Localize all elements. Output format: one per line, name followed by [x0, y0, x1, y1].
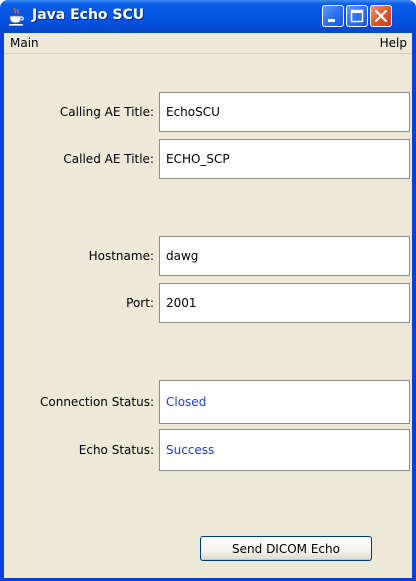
window-content: Main Help Calling AE Title: EchoSCU Call…	[4, 33, 412, 578]
menu-main[interactable]: Main	[10, 36, 39, 50]
echo-status-row: Echo Status: Success	[4, 429, 412, 471]
port-label: Port:	[126, 296, 154, 310]
port-input[interactable]: 2001	[159, 283, 410, 323]
menu-bar: Main Help	[4, 33, 412, 54]
app-window: Java Echo SCU Main Help Calling AE Title…	[0, 0, 416, 581]
maximize-button[interactable]	[346, 5, 368, 27]
menu-help[interactable]: Help	[380, 36, 407, 50]
close-button[interactable]	[370, 5, 392, 27]
hostname-input[interactable]: dawg	[159, 236, 410, 276]
echo-status-value: Success	[159, 429, 410, 471]
close-icon	[374, 9, 388, 23]
called-ae-label: Called AE Title:	[63, 152, 154, 166]
maximize-icon	[350, 9, 364, 23]
called-ae-row: Called AE Title: ECHO_SCP	[4, 139, 412, 179]
minimize-icon	[328, 19, 335, 22]
echo-status-label: Echo Status:	[78, 443, 154, 457]
calling-ae-input[interactable]: EchoSCU	[159, 92, 410, 132]
minimize-button[interactable]	[322, 5, 344, 27]
hostname-row: Hostname: dawg	[4, 236, 412, 276]
connection-status-value: Closed	[159, 380, 410, 424]
hostname-label: Hostname:	[88, 249, 154, 263]
send-dicom-echo-button[interactable]: Send DICOM Echo	[200, 536, 372, 561]
window-title: Java Echo SCU	[32, 7, 145, 23]
calling-ae-label: Calling AE Title:	[59, 105, 154, 119]
title-bar[interactable]: Java Echo SCU	[0, 0, 416, 33]
called-ae-input[interactable]: ECHO_SCP	[159, 139, 410, 179]
java-cup-icon	[7, 7, 25, 27]
connection-status-row: Connection Status: Closed	[4, 380, 412, 424]
connection-status-label: Connection Status:	[40, 395, 154, 409]
port-row: Port: 2001	[4, 283, 412, 323]
calling-ae-row: Calling AE Title: EchoSCU	[4, 92, 412, 132]
